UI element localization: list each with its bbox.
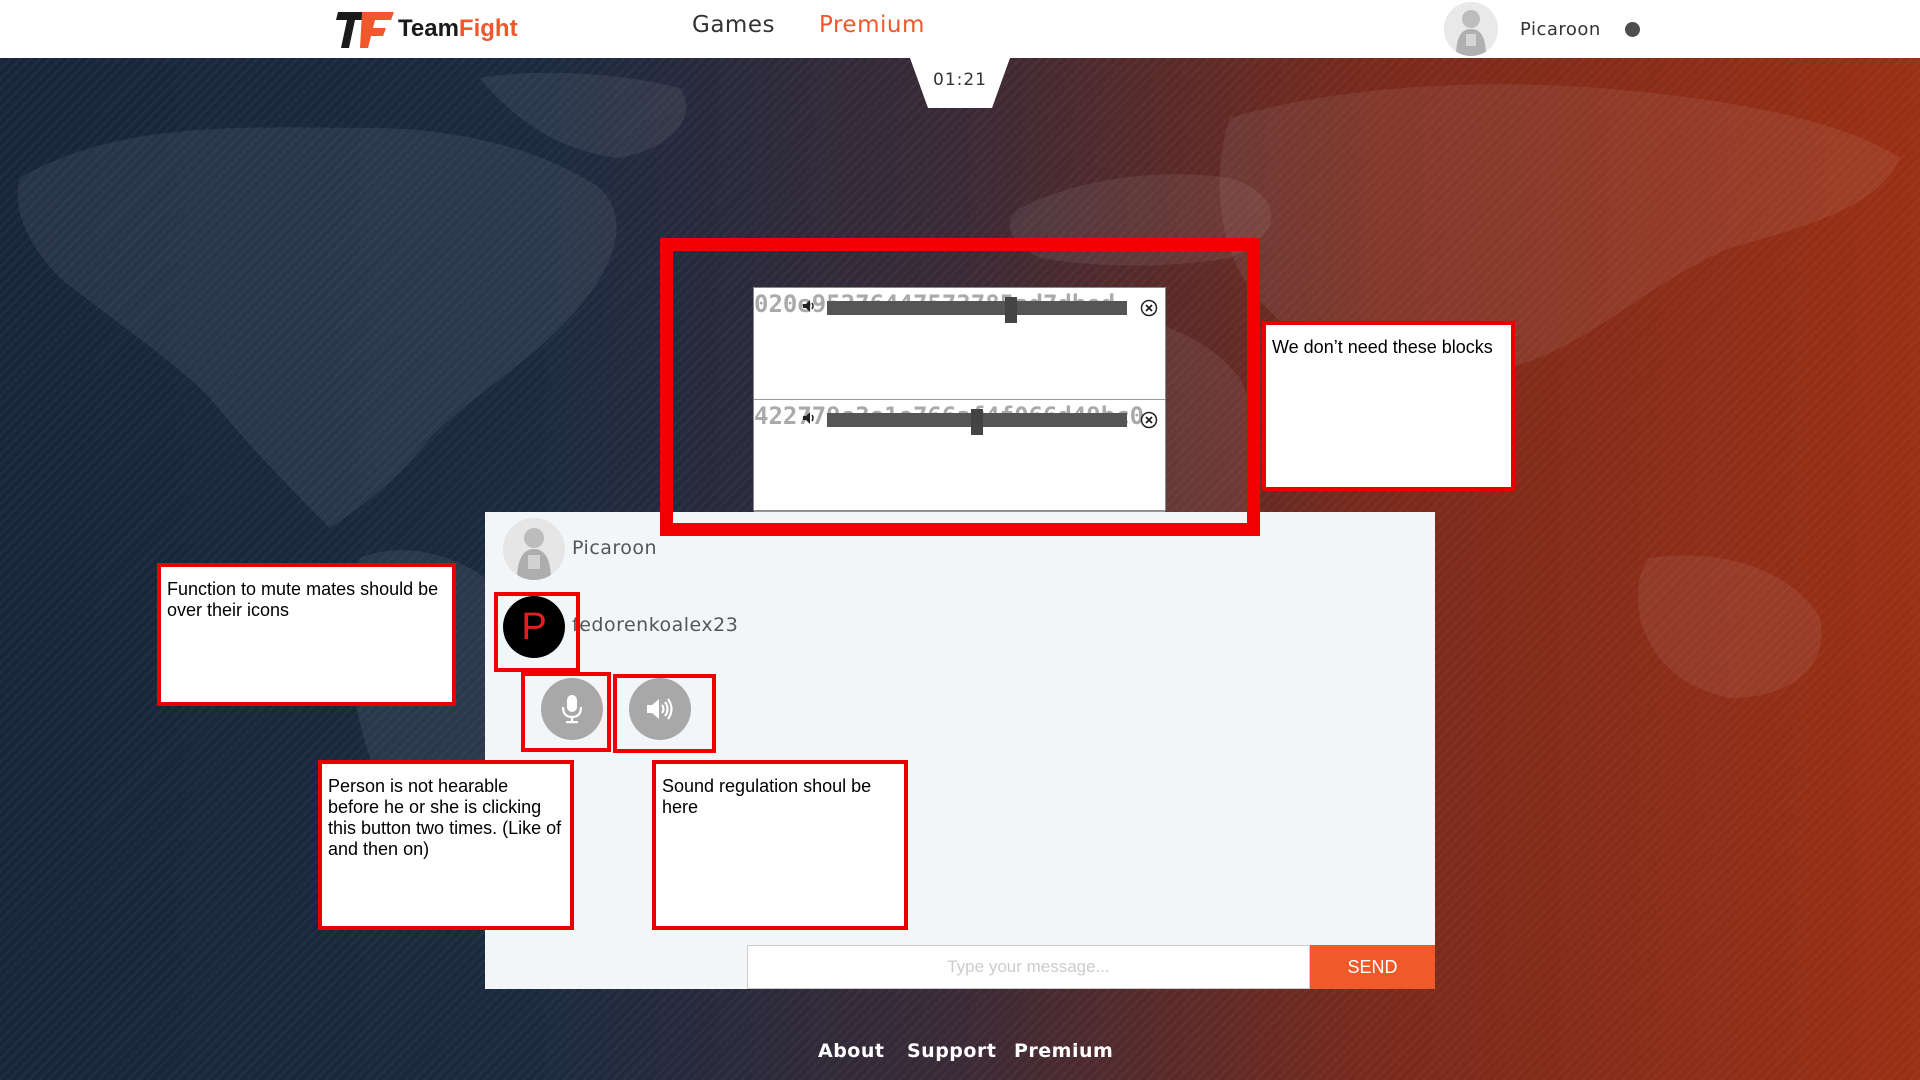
user-avatar-image — [1444, 2, 1498, 56]
logo-text-team: Team — [398, 15, 459, 42]
chat-message-input[interactable]: Type your message... — [747, 945, 1310, 989]
annotation-frame-member-avatar — [494, 592, 580, 672]
annotation-frame-speaker-button — [613, 674, 716, 753]
send-button[interactable]: SEND — [1310, 945, 1435, 989]
annotation-note-blocks: We don’t need these blocks — [1262, 321, 1515, 491]
teamfight-logo[interactable]: TeamFight — [336, 8, 518, 50]
logo-wordmark: TeamFight — [398, 15, 518, 43]
footer-premium-link[interactable]: Premium — [1014, 1040, 1113, 1062]
footer-support-link[interactable]: Support — [907, 1040, 996, 1062]
match-timer: 01:21 — [910, 58, 1010, 108]
nav-premium-link[interactable]: Premium — [819, 12, 925, 38]
member-avatar-image — [503, 518, 565, 580]
user-name[interactable]: Picaroon — [1520, 19, 1601, 40]
top-navigation-bar: TeamFight Games Premium Picaroon — [0, 0, 1920, 58]
member-name: Picaroon — [572, 537, 658, 559]
logo-mark-icon — [336, 12, 394, 48]
member-name: fedorenkoalex23 — [572, 614, 739, 636]
annotation-frame-voice-blocks — [660, 238, 1260, 536]
annotation-note-sound: Sound regulation shoul be here — [652, 760, 908, 930]
member-avatar[interactable] — [503, 518, 565, 580]
annotation-note-hearable: Person is not hearable before he or she … — [318, 760, 574, 930]
annotation-note-mute: Function to mute mates should be over th… — [157, 563, 456, 706]
user-avatar[interactable] — [1444, 2, 1498, 56]
user-status-indicator — [1625, 22, 1640, 37]
timer-text: 01:21 — [933, 70, 987, 90]
annotation-frame-mic-button — [521, 672, 611, 752]
nav-games-link[interactable]: Games — [692, 12, 775, 38]
logo-text-fight: Fight — [458, 15, 518, 42]
footer-about-link[interactable]: About — [818, 1040, 884, 1062]
